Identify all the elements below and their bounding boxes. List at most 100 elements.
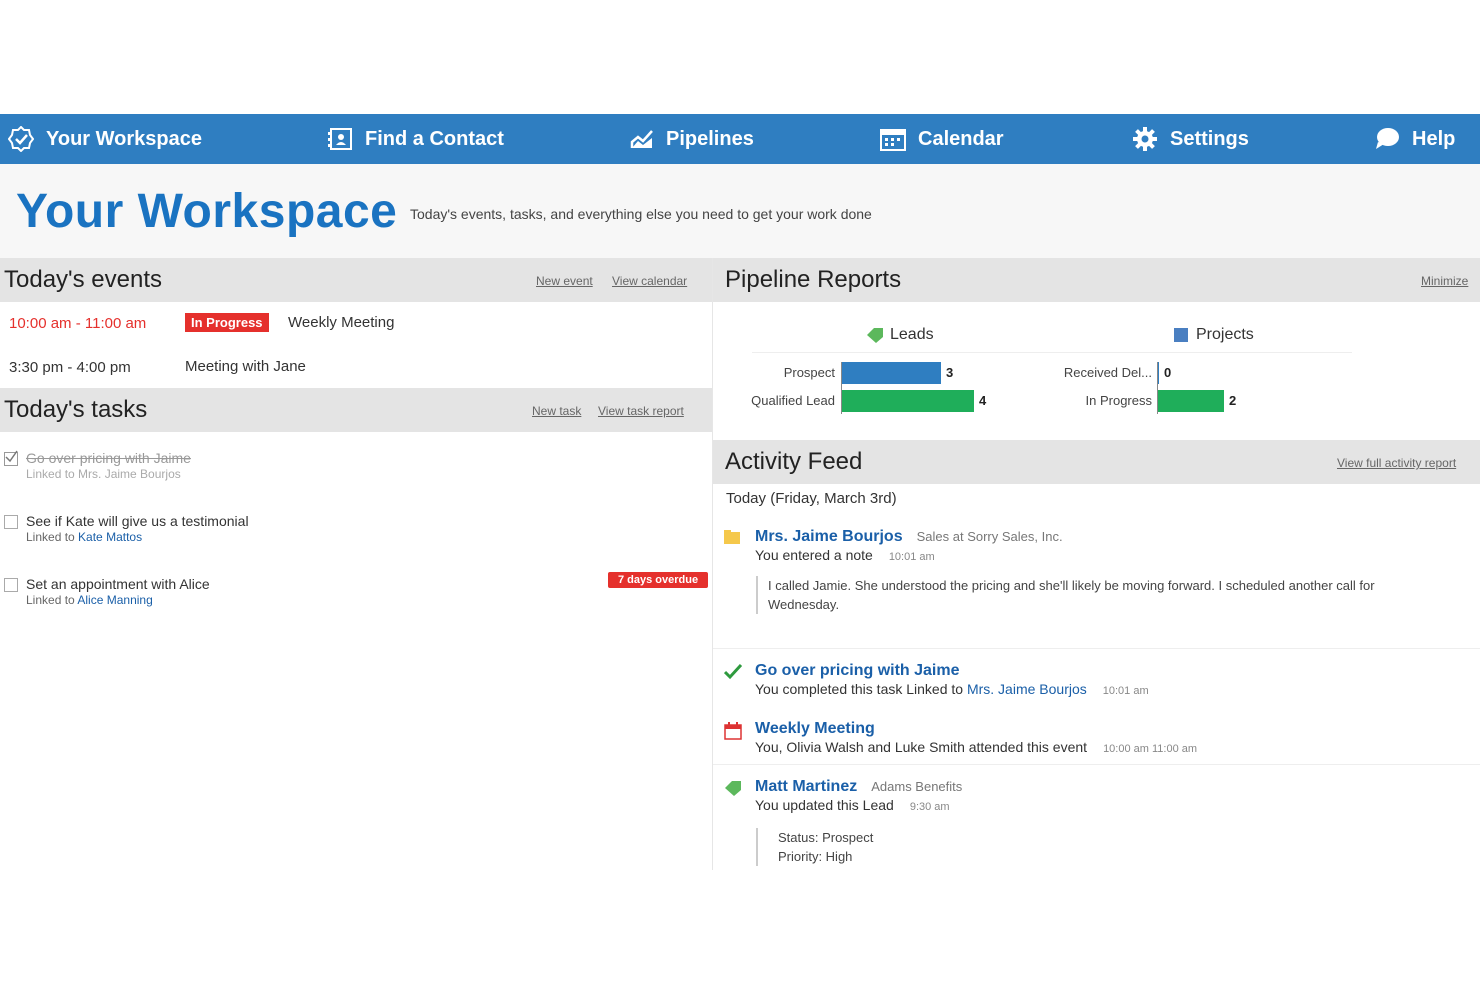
projects-legend: Projects — [1174, 326, 1254, 344]
view-activity-report-link[interactable]: View full activity report — [1337, 456, 1456, 470]
feed-item-link[interactable]: Mrs. Jaime Bourjos — [967, 681, 1087, 697]
projects-label: Projects — [1196, 326, 1254, 343]
feed-item-time: 10:00 am 11:00 am — [1103, 743, 1198, 755]
nav-pipelines[interactable]: Pipelines — [630, 114, 754, 164]
chart-icon — [630, 130, 653, 148]
feed-date: Today (Friday, March 3rd) — [726, 490, 897, 507]
feed-separator — [713, 764, 1480, 765]
event-name[interactable]: Weekly Meeting — [288, 314, 394, 331]
in-progress-badge: In Progress — [185, 313, 269, 332]
event-time: 3:30 pm - 4:00 pm — [9, 359, 131, 376]
linked-prefix: Linked to — [26, 530, 75, 544]
task-title[interactable]: Go over pricing with Jaime — [26, 450, 191, 466]
tag-icon — [725, 781, 741, 796]
feed-header: Activity Feed View full activity report — [713, 440, 1480, 484]
bar[interactable] — [842, 390, 974, 412]
contact-card-icon — [328, 128, 352, 150]
bar-category-label: Received Del... — [1063, 365, 1152, 380]
note-quote: I called Jamie. She understood the prici… — [756, 576, 1448, 614]
minimize-link[interactable]: Minimize — [1421, 274, 1468, 288]
nav-find-contact[interactable]: Find a Contact — [327, 114, 504, 164]
gear-icon — [1133, 127, 1157, 151]
feed-item-time: 9:30 am — [909, 801, 950, 813]
lead-update-quote: Status: Prospect Priority: High — [756, 828, 1078, 866]
linked-contact[interactable]: Mrs. Jaime Bourjos — [78, 467, 181, 481]
task-title[interactable]: See if Kate will give us a testimonial — [26, 513, 249, 529]
linked-prefix: Linked to — [26, 467, 75, 481]
check-badge-icon — [8, 126, 34, 152]
feed-item-title[interactable]: Mrs. Jaime Bourjos — [755, 528, 903, 545]
overdue-badge: 7 days overdue — [608, 572, 709, 588]
bar-category-label: Prospect — [783, 365, 835, 380]
calendar-icon — [880, 129, 906, 151]
tasks-header: Today's tasks New task View task report — [0, 388, 712, 432]
tasks-title: Today's tasks — [4, 396, 148, 423]
nav-label: Settings — [1170, 127, 1249, 150]
new-event-link[interactable]: New event — [536, 274, 593, 288]
feed-item-text: You updated this Lead — [755, 797, 894, 813]
checkmark-icon — [724, 664, 742, 680]
feed-item-time: 10:01 am — [1102, 685, 1149, 697]
pipeline-title: Pipeline Reports — [725, 266, 902, 293]
new-task-link[interactable]: New task — [532, 404, 581, 418]
bar-value-label: 4 — [979, 393, 987, 408]
linked-contact[interactable]: Alice Manning — [77, 593, 152, 607]
event-time: 10:00 am - 11:00 am — [9, 315, 147, 332]
view-task-report-link[interactable]: View task report — [598, 404, 684, 418]
priority-line: Priority: High — [778, 849, 853, 864]
bar[interactable] — [1158, 390, 1224, 412]
bar-value-label: 0 — [1164, 365, 1172, 380]
page-header: Your Workspace Today's events, tasks, an… — [0, 164, 1480, 258]
task-checkbox[interactable] — [4, 578, 18, 592]
linked-prefix: Linked to — [26, 593, 75, 607]
events-title: Today's events — [4, 266, 163, 293]
nav-label: Your Workspace — [46, 127, 202, 150]
feed-item-text: You, Olivia Walsh and Luke Smith attende… — [755, 739, 1088, 755]
feed-item-title[interactable]: Matt Martinez — [755, 778, 857, 795]
nav-calendar[interactable]: Calendar — [880, 114, 1004, 164]
leads-label: Leads — [890, 326, 934, 343]
feed-item-subtitle: Sales at Sorry Sales, Inc. — [916, 529, 1063, 544]
nav-your-workspace[interactable]: Your Workspace — [8, 114, 202, 164]
nav-settings[interactable]: Settings — [1132, 114, 1249, 164]
task-title[interactable]: Set an appointment with Alice — [26, 576, 210, 592]
task-checkbox[interactable] — [4, 515, 18, 529]
nav-label: Calendar — [918, 127, 1004, 150]
events-header: Today's events New event View calendar — [0, 258, 712, 302]
feed-item-subtitle: Adams Benefits — [871, 779, 963, 794]
top-nav: Your Workspace Find a Contact Pipelines … — [0, 114, 1480, 164]
folder-icon — [1174, 328, 1188, 342]
feed-item-title[interactable]: Weekly Meeting — [755, 720, 875, 738]
event-name[interactable]: Meeting with Jane — [185, 358, 306, 375]
task-checkbox[interactable] — [4, 450, 18, 466]
tag-icon — [867, 328, 883, 343]
leads-legend: Leads — [866, 326, 934, 344]
linked-contact[interactable]: Kate Mattos — [78, 530, 142, 544]
feed-item-time: 10:01 am — [888, 551, 935, 563]
check-icon — [5, 450, 18, 463]
feed-item-text: You entered a note — [755, 547, 873, 563]
feed-item-text: You completed this task Linked to — [755, 681, 964, 697]
pipeline-header: Pipeline Reports Minimize — [713, 258, 1480, 302]
calendar-event-icon — [724, 722, 742, 740]
note-icon — [724, 530, 740, 544]
nav-label: Find a Contact — [365, 127, 504, 150]
bar-value-label: 3 — [946, 365, 954, 380]
bar-value-label: 2 — [1229, 393, 1237, 408]
column-divider — [712, 258, 713, 870]
bar[interactable] — [842, 362, 941, 384]
status-line: Status: Prospect — [778, 830, 874, 845]
feed-item-title[interactable]: Go over pricing with Jaime — [755, 662, 960, 680]
bar-category-label: In Progress — [1085, 393, 1152, 408]
bar-category-label: Qualified Lead — [751, 393, 835, 408]
bar[interactable] — [1158, 362, 1159, 384]
view-calendar-link[interactable]: View calendar — [612, 274, 687, 288]
legend-rule — [752, 352, 1352, 353]
nav-help[interactable]: Help — [1374, 114, 1455, 164]
page-subtitle: Today's events, tasks, and everything el… — [410, 206, 872, 222]
chat-bubble-icon — [1376, 128, 1399, 149]
page-title: Your Workspace — [16, 185, 398, 238]
nav-label: Pipelines — [666, 127, 754, 150]
feed-title: Activity Feed — [725, 448, 863, 475]
nav-label: Help — [1412, 127, 1456, 150]
